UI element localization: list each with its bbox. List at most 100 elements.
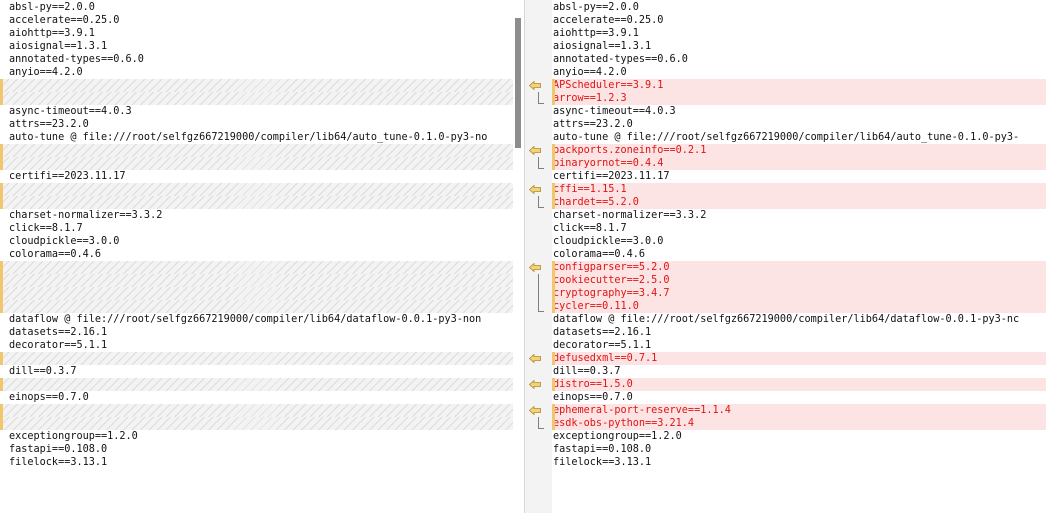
diff-gap-line (0, 300, 513, 313)
diff-line[interactable]: annotated-types==0.6.0 (552, 53, 1046, 66)
added-line[interactable]: esdk-obs-python==3.21.4 (552, 417, 1046, 430)
arrow-left-icon[interactable] (529, 380, 541, 389)
diff-line[interactable]: dataflow @ file:///root/selfgz667219000/… (552, 313, 1046, 326)
left-vertical-scrollbar[interactable] (513, 0, 524, 513)
added-line[interactable]: cffi==1.15.1 (552, 183, 1046, 196)
diff-line[interactable]: cloudpickle==3.0.0 (552, 235, 1046, 248)
diff-gap-line (0, 196, 513, 209)
change-marker (0, 79, 3, 105)
diff-line[interactable]: attrs==23.2.0 (552, 118, 1046, 131)
diff-line[interactable]: dill==0.3.7 (552, 365, 1046, 378)
diff-gap-line (0, 261, 513, 274)
diff-line[interactable]: certifi==2023.11.17 (0, 170, 513, 183)
diff-line[interactable]: accelerate==0.25.0 (0, 14, 513, 27)
diff-line[interactable]: annotated-types==0.6.0 (0, 53, 513, 66)
diff-line[interactable]: auto-tune @ file:///root/selfgz667219000… (552, 131, 1046, 144)
diff-line[interactable]: charset-normalizer==3.3.2 (552, 209, 1046, 222)
added-line[interactable]: distro==1.5.0 (552, 378, 1046, 391)
added-line[interactable]: binaryornot==0.4.4 (552, 157, 1046, 170)
diff-gap-line (0, 378, 513, 391)
diff-line[interactable]: filelock==3.13.1 (552, 456, 1046, 469)
added-line[interactable]: cookiecutter==2.5.0 (552, 274, 1046, 287)
diff-line[interactable]: async-timeout==4.0.3 (552, 105, 1046, 118)
change-marker (0, 261, 3, 313)
added-line[interactable]: chardet==5.2.0 (552, 196, 1046, 209)
diff-line[interactable]: decorator==5.1.1 (552, 339, 1046, 352)
diff-line[interactable]: charset-normalizer==3.3.2 (0, 209, 513, 222)
added-line[interactable]: cryptography==3.4.7 (552, 287, 1046, 300)
change-marker (552, 144, 555, 170)
block-bracket (538, 274, 544, 312)
arrow-left-icon[interactable] (529, 406, 541, 415)
diff-line[interactable]: einops==0.7.0 (0, 391, 513, 404)
diff-line[interactable]: dataflow @ file:///root/selfgz667219000/… (0, 313, 513, 326)
diff-line[interactable]: dill==0.3.7 (0, 365, 513, 378)
arrow-left-icon[interactable] (529, 146, 541, 155)
block-bracket (538, 417, 544, 429)
diff-line[interactable]: async-timeout==4.0.3 (0, 105, 513, 118)
block-bracket (538, 92, 544, 104)
diff-gap-line (0, 157, 513, 170)
diff-line[interactable]: accelerate==0.25.0 (552, 14, 1046, 27)
diff-line[interactable]: aiosignal==1.3.1 (0, 40, 513, 53)
left-file-pane[interactable]: absl-py==2.0.0 accelerate==0.25.0 aiohttp=… (0, 0, 513, 513)
diff-line[interactable]: colorama==0.4.6 (0, 248, 513, 261)
diff-gap-line (0, 183, 513, 196)
change-marker (0, 352, 3, 365)
change-marker (552, 378, 555, 391)
diff-line[interactable]: aiosignal==1.3.1 (552, 40, 1046, 53)
diff-line[interactable]: certifi==2023.11.17 (552, 170, 1046, 183)
diff-line[interactable]: cloudpickle==3.0.0 (0, 235, 513, 248)
block-bracket (538, 196, 544, 208)
diff-line[interactable]: fastapi==0.108.0 (0, 443, 513, 456)
added-line[interactable]: ephemeral-port-reserve==1.1.4 (552, 404, 1046, 417)
diff-line[interactable]: attrs==23.2.0 (0, 118, 513, 131)
right-file-pane[interactable]: absl-py==2.0.0 accelerate==0.25.0 aiohttp=… (552, 0, 1046, 513)
scrollbar-thumb[interactable] (515, 18, 521, 148)
diff-gap-line (0, 417, 513, 430)
diff-line[interactable]: anyio==4.2.0 (552, 66, 1046, 79)
arrow-left-icon[interactable] (529, 354, 541, 363)
diff-line[interactable]: click==8.1.7 (0, 222, 513, 235)
change-marker (552, 352, 555, 365)
diff-line[interactable]: absl-py==2.0.0 (552, 1, 1046, 14)
diff-gap-line (0, 92, 513, 105)
added-line[interactable]: APScheduler==3.9.1 (552, 79, 1046, 92)
diff-line[interactable]: filelock==3.13.1 (0, 456, 513, 469)
change-marker (552, 404, 555, 430)
arrow-left-icon[interactable] (529, 263, 541, 272)
block-bracket (538, 157, 544, 169)
merge-gutter (524, 0, 554, 513)
diff-line[interactable]: click==8.1.7 (552, 222, 1046, 235)
diff-line[interactable]: aiohttp==3.9.1 (552, 27, 1046, 40)
diff-line[interactable]: exceptiongroup==1.2.0 (0, 430, 513, 443)
change-marker (552, 261, 555, 313)
diff-line[interactable]: absl-py==2.0.0 (0, 1, 513, 14)
diff-line[interactable]: decorator==5.1.1 (0, 339, 513, 352)
added-line[interactable]: cycler==0.11.0 (552, 300, 1046, 313)
arrow-left-icon[interactable] (529, 81, 541, 90)
change-marker (0, 378, 3, 391)
diff-line[interactable]: einops==0.7.0 (552, 391, 1046, 404)
added-line[interactable]: defusedxml==0.7.1 (552, 352, 1046, 365)
diff-line[interactable]: exceptiongroup==1.2.0 (552, 430, 1046, 443)
diff-line[interactable]: datasets==2.16.1 (0, 326, 513, 339)
added-line[interactable]: arrow==1.2.3 (552, 92, 1046, 105)
added-line[interactable]: backports.zoneinfo==0.2.1 (552, 144, 1046, 157)
diff-line[interactable]: colorama==0.4.6 (552, 248, 1046, 261)
diff-gap-line (0, 352, 513, 365)
change-marker (552, 183, 555, 209)
change-marker (0, 144, 3, 170)
diff-line[interactable]: fastapi==0.108.0 (552, 443, 1046, 456)
diff-gap-line (0, 79, 513, 92)
diff-line[interactable]: auto-tune @ file:///root/selfgz667219000… (0, 131, 513, 144)
change-marker (552, 79, 555, 105)
diff-gap-line (0, 404, 513, 417)
diff-viewer: absl-py==2.0.0 accelerate==0.25.0 aiohttp=… (0, 0, 1046, 513)
diff-line[interactable]: datasets==2.16.1 (552, 326, 1046, 339)
diff-line[interactable]: anyio==4.2.0 (0, 66, 513, 79)
arrow-left-icon[interactable] (529, 185, 541, 194)
added-line[interactable]: configparser==5.2.0 (552, 261, 1046, 274)
change-marker (0, 183, 3, 209)
diff-line[interactable]: aiohttp==3.9.1 (0, 27, 513, 40)
